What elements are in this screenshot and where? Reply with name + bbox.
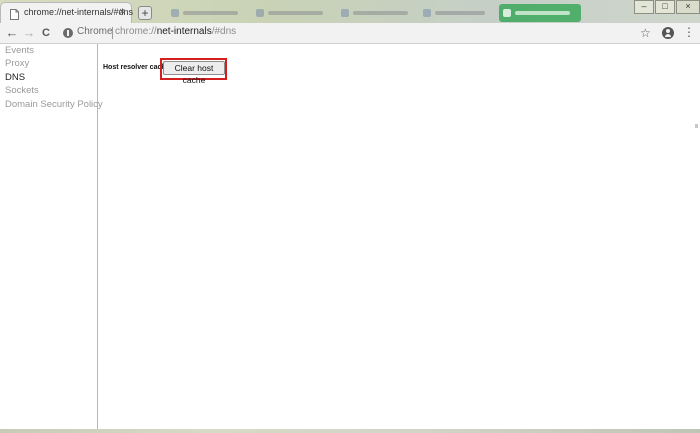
tab-favicon-icon (341, 9, 349, 17)
site-info-icon[interactable] (63, 28, 73, 38)
tab-title-placeholder (183, 11, 238, 15)
account-icon[interactable] (662, 27, 674, 39)
sidebar-item-domain-security-policy[interactable]: Domain Security Policy (0, 98, 103, 111)
reload-icon[interactable]: C (38, 25, 54, 41)
url-text[interactable]: chrome://net-internals/#dns (115, 26, 236, 37)
sidebar-item-proxy[interactable]: Proxy (0, 57, 97, 70)
tab-active[interactable]: chrome://net-internals/#dns × (0, 2, 134, 23)
url-path: /#dns (211, 26, 237, 37)
url-scheme: chrome:// (115, 26, 157, 37)
star-icon[interactable]: ☆ (640, 26, 651, 40)
tab-favicon-icon (171, 9, 179, 17)
tab-title-placeholder (353, 11, 408, 15)
sidebar-list: Events Proxy DNS Sockets Domain Security… (0, 44, 103, 111)
new-tab-icon[interactable]: + (138, 6, 152, 20)
sidebar: Events Proxy DNS Sockets Domain Security… (0, 44, 103, 429)
menu-icon[interactable]: ⋮ (683, 25, 695, 39)
background-tab[interactable] (168, 5, 248, 21)
tab-title-placeholder (515, 11, 570, 15)
tab-favicon-icon (503, 9, 511, 17)
omnibox-divider (112, 27, 113, 39)
background-tab[interactable] (253, 5, 333, 21)
taskbar-edge (0, 429, 700, 433)
url-host: net-internals (156, 26, 212, 37)
sidebar-item-events[interactable]: Events (0, 44, 97, 57)
background-tab[interactable] (499, 4, 581, 22)
tab-strip: chrome://net-internals/#dns × + – □ × (0, 0, 700, 23)
background-tab[interactable] (338, 5, 418, 21)
tab-title-placeholder (435, 11, 485, 15)
minimize-icon[interactable]: – (634, 0, 654, 14)
address-bar[interactable]: Chrome chrome://net-internals/#dns (57, 24, 657, 42)
site-label: Chrome (77, 26, 113, 37)
window-close-icon[interactable]: × (676, 0, 700, 14)
tab-title-placeholder (268, 11, 323, 15)
tab-favicon-icon (423, 9, 431, 17)
background-tab[interactable] (420, 5, 495, 21)
window-controls: – □ × (633, 0, 700, 14)
tab-favicon-icon (256, 9, 264, 17)
tab-title: chrome://net-internals/#dns (24, 7, 134, 17)
scrollbar-marker (695, 124, 698, 128)
maximize-icon[interactable]: □ (655, 0, 675, 14)
forward-icon[interactable]: → (21, 25, 37, 41)
sidebar-item-sockets[interactable]: Sockets (0, 84, 97, 97)
main-content: Host resolver cache Clear host cache (98, 44, 700, 429)
sidebar-item-dns[interactable]: DNS (0, 71, 97, 84)
close-icon[interactable]: × (119, 5, 125, 19)
toolbar: ← → C Chrome chrome://net-internals/#dns… (0, 23, 700, 44)
clear-host-cache-button[interactable]: Clear host cache (163, 61, 225, 85)
back-icon[interactable]: ← (4, 25, 20, 41)
